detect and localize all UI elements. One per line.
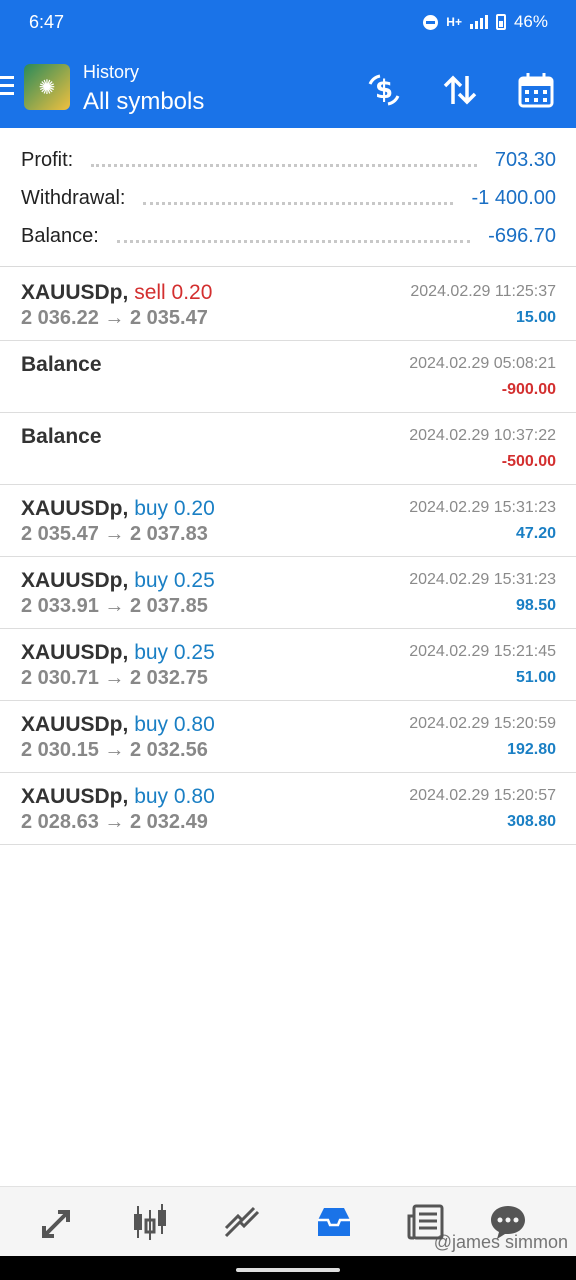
row-title: Balance	[21, 425, 102, 449]
history-row[interactable]: Balance 2024.02.29 05:08:21 -900.00	[0, 341, 576, 413]
network-type: H+	[446, 15, 462, 29]
row-title: XAUUSDp, buy 0.25	[21, 569, 215, 593]
row-title: XAUUSDp, buy 0.80	[21, 785, 215, 809]
history-row[interactable]: XAUUSDp, sell 0.20 2 036.22 → 2 035.47 2…	[0, 269, 576, 341]
row-amount: -900.00	[501, 381, 556, 398]
calendar-icon[interactable]	[514, 68, 558, 112]
home-indicator[interactable]	[236, 1268, 340, 1272]
dnd-icon	[423, 14, 439, 30]
status-icons: H+ 46%	[423, 12, 548, 32]
history-row[interactable]: XAUUSDp, buy 0.20 2 035.47 → 2 037.83 20…	[0, 485, 576, 557]
row-amount: 51.00	[515, 669, 556, 686]
row-prices: 2 035.47 → 2 037.83	[21, 523, 208, 545]
row-symbol: Balance	[21, 425, 102, 448]
menu-button[interactable]	[0, 76, 16, 100]
status-time: 6:47	[29, 12, 65, 32]
row-prices: 2 028.63 → 2 032.49	[21, 811, 208, 833]
row-prices: 2 030.71 → 2 032.75	[21, 667, 208, 689]
row-symbol: XAUUSDp,	[21, 281, 129, 304]
balance-value: -696.70	[488, 224, 556, 247]
row-amount: 15.00	[515, 309, 556, 326]
row-title: XAUUSDp, buy 0.20	[21, 497, 215, 521]
sort-icon[interactable]	[438, 68, 482, 112]
logo-icon: ✺	[38, 76, 56, 99]
withdrawal-row: Withdrawal: -1 400.00	[21, 181, 556, 215]
app-logo: ✺	[24, 64, 70, 110]
row-prices: 2 033.91 → 2 037.85	[21, 595, 208, 617]
battery-level: 46%	[513, 12, 548, 31]
signal-icon	[469, 15, 488, 29]
row-title: XAUUSDp, buy 0.25	[21, 641, 215, 665]
history-icon[interactable]	[306, 1195, 362, 1249]
row-symbol: XAUUSDp,	[21, 569, 129, 592]
watermark: @james simmon	[433, 1232, 568, 1252]
history-row[interactable]: XAUUSDp, buy 0.80 2 030.15 → 2 032.56 20…	[0, 701, 576, 773]
withdrawal-value: -1 400.00	[471, 186, 556, 209]
row-amount: 308.80	[507, 813, 556, 830]
row-time: 2024.02.29 15:20:57	[409, 787, 556, 804]
history-row[interactable]: XAUUSDp, buy 0.25 2 030.71 → 2 032.75 20…	[0, 629, 576, 701]
profit-row: Profit: 703.30	[21, 143, 556, 177]
row-prices: 2 030.15 → 2 032.56	[21, 739, 208, 761]
deposit-icon[interactable]: $	[362, 68, 406, 112]
history-row[interactable]: Balance 2024.02.29 10:37:22 -500.00	[0, 413, 576, 485]
profit-label: Profit:	[21, 148, 74, 171]
history-row[interactable]: XAUUSDp, buy 0.25 2 033.91 → 2 037.85 20…	[0, 557, 576, 629]
row-amount: 98.50	[515, 597, 556, 614]
header-title[interactable]: All symbols	[83, 88, 204, 116]
dotted-leader	[143, 192, 454, 205]
row-symbol: XAUUSDp,	[21, 641, 129, 664]
balance-label: Balance:	[21, 224, 99, 247]
header-subtitle: History	[83, 62, 140, 82]
svg-text:$: $	[375, 75, 393, 105]
row-type: buy 0.80	[134, 785, 215, 808]
balance-row: Balance: -696.70	[21, 219, 556, 253]
chart-icon[interactable]	[122, 1195, 178, 1249]
row-title: XAUUSDp, sell 0.20	[21, 281, 212, 305]
row-amount: -500.00	[501, 453, 556, 470]
row-time: 2024.02.29 15:31:23	[409, 571, 556, 588]
row-type: buy 0.20	[134, 497, 215, 520]
row-time: 2024.02.29 10:37:22	[409, 427, 556, 444]
dotted-leader	[91, 154, 477, 167]
status-bar: 6:47 H+ 46%	[0, 0, 576, 48]
row-time: 2024.02.29 15:20:59	[409, 715, 556, 732]
row-symbol: XAUUSDp,	[21, 713, 129, 736]
row-time: 2024.02.29 11:25:37	[410, 283, 556, 300]
row-symbol: XAUUSDp,	[21, 497, 129, 520]
trade-icon[interactable]	[214, 1195, 270, 1249]
summary-panel: Profit: 703.30 Withdrawal: -1 400.00 Bal…	[0, 128, 576, 267]
app-header: 6:47 H+ 46% ✺ History All symbols $	[0, 0, 576, 128]
row-amount: 192.80	[507, 741, 556, 758]
row-title: XAUUSDp, buy 0.80	[21, 713, 215, 737]
row-type: buy 0.25	[134, 641, 215, 664]
battery-icon	[495, 14, 506, 30]
row-type: buy 0.25	[134, 569, 215, 592]
profit-value: 703.30	[494, 148, 556, 171]
row-symbol: Balance	[21, 353, 102, 376]
row-type: sell 0.20	[134, 281, 213, 304]
row-time: 2024.02.29 15:31:23	[409, 499, 556, 516]
quotes-icon[interactable]	[30, 1195, 86, 1249]
row-prices: 2 036.22 → 2 035.47	[21, 307, 208, 329]
row-amount: 47.20	[515, 525, 556, 542]
history-row[interactable]: XAUUSDp, buy 0.80 2 028.63 → 2 032.49 20…	[0, 773, 576, 845]
row-type: buy 0.80	[134, 713, 215, 736]
row-time: 2024.02.29 05:08:21	[409, 355, 556, 372]
withdrawal-label: Withdrawal:	[21, 186, 126, 209]
row-time: 2024.02.29 15:21:45	[409, 643, 556, 660]
row-symbol: XAUUSDp,	[21, 785, 129, 808]
row-title: Balance	[21, 353, 102, 377]
dotted-leader	[116, 230, 471, 243]
